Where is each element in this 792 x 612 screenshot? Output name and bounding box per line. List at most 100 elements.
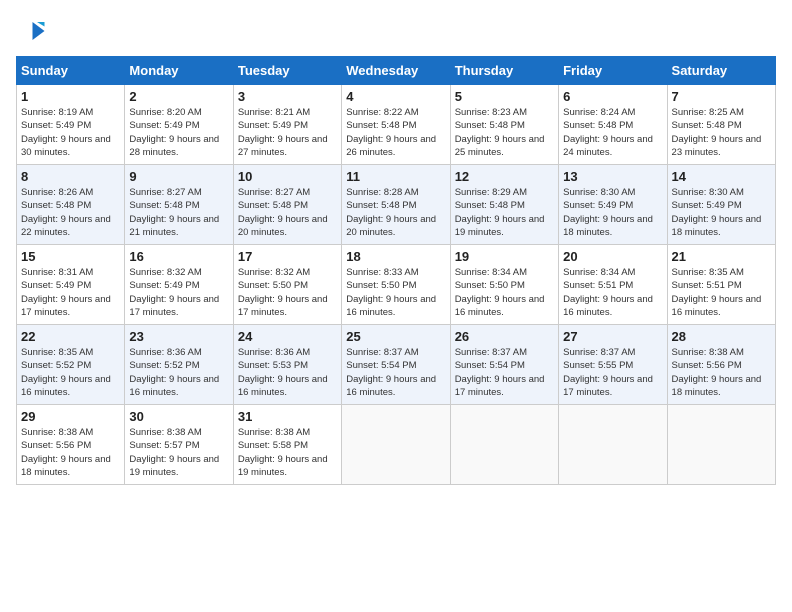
day-number: 23: [129, 329, 228, 344]
day-number: 25: [346, 329, 445, 344]
calendar-header-row: SundayMondayTuesdayWednesdayThursdayFrid…: [17, 57, 776, 85]
day-number: 2: [129, 89, 228, 104]
calendar-cell: 10 Sunrise: 8:27 AM Sunset: 5:48 PM Dayli…: [233, 165, 341, 245]
cell-details: Sunrise: 8:23 AM Sunset: 5:48 PM Dayligh…: [455, 106, 554, 159]
calendar-cell: [450, 405, 558, 485]
cell-details: Sunrise: 8:35 AM Sunset: 5:52 PM Dayligh…: [21, 346, 120, 399]
calendar-cell: 29 Sunrise: 8:38 AM Sunset: 5:56 PM Dayli…: [17, 405, 125, 485]
calendar-header-thursday: Thursday: [450, 57, 558, 85]
logo: [16, 16, 50, 46]
calendar-week-4: 22 Sunrise: 8:35 AM Sunset: 5:52 PM Dayli…: [17, 325, 776, 405]
cell-details: Sunrise: 8:32 AM Sunset: 5:50 PM Dayligh…: [238, 266, 337, 319]
day-number: 3: [238, 89, 337, 104]
day-number: 19: [455, 249, 554, 264]
cell-details: Sunrise: 8:28 AM Sunset: 5:48 PM Dayligh…: [346, 186, 445, 239]
cell-details: Sunrise: 8:38 AM Sunset: 5:58 PM Dayligh…: [238, 426, 337, 479]
calendar-cell: [667, 405, 775, 485]
cell-details: Sunrise: 8:19 AM Sunset: 5:49 PM Dayligh…: [21, 106, 120, 159]
cell-details: Sunrise: 8:21 AM Sunset: 5:49 PM Dayligh…: [238, 106, 337, 159]
day-number: 12: [455, 169, 554, 184]
calendar-cell: 24Sunrise: 8:36 AM Sunset: 5:53 PM Dayli…: [233, 325, 341, 405]
day-number: 21: [672, 249, 771, 264]
day-number: 5: [455, 89, 554, 104]
calendar-cell: 17Sunrise: 8:32 AM Sunset: 5:50 PM Dayli…: [233, 245, 341, 325]
day-number: 8: [21, 169, 120, 184]
cell-details: Sunrise: 8:30 AM Sunset: 5:49 PM Dayligh…: [563, 186, 662, 239]
day-number: 13: [563, 169, 662, 184]
day-number: 28: [672, 329, 771, 344]
cell-details: Sunrise: 8:22 AM Sunset: 5:48 PM Dayligh…: [346, 106, 445, 159]
cell-details: Sunrise: 8:38 AM Sunset: 5:56 PM Dayligh…: [21, 426, 120, 479]
calendar-cell: 9 Sunrise: 8:27 AM Sunset: 5:48 PM Daylig…: [125, 165, 233, 245]
cell-details: Sunrise: 8:30 AM Sunset: 5:49 PM Dayligh…: [672, 186, 771, 239]
calendar-cell: 28 Sunrise: 8:38 AM Sunset: 5:56 PM Dayli…: [667, 325, 775, 405]
calendar-cell: 3 Sunrise: 8:21 AM Sunset: 5:49 PM Daylig…: [233, 85, 341, 165]
cell-details: Sunrise: 8:34 AM Sunset: 5:51 PM Dayligh…: [563, 266, 662, 319]
day-number: 16: [129, 249, 228, 264]
calendar-cell: 27Sunrise: 8:37 AM Sunset: 5:55 PM Dayli…: [559, 325, 667, 405]
calendar-cell: [342, 405, 450, 485]
day-number: 6: [563, 89, 662, 104]
cell-details: Sunrise: 8:38 AM Sunset: 5:57 PM Dayligh…: [129, 426, 228, 479]
calendar-cell: 21 Sunrise: 8:35 AM Sunset: 5:51 PM Dayli…: [667, 245, 775, 325]
cell-details: Sunrise: 8:25 AM Sunset: 5:48 PM Dayligh…: [672, 106, 771, 159]
logo-icon: [16, 16, 46, 46]
calendar-cell: 7 Sunrise: 8:25 AM Sunset: 5:48 PM Daylig…: [667, 85, 775, 165]
calendar-cell: 13 Sunrise: 8:30 AM Sunset: 5:49 PM Dayli…: [559, 165, 667, 245]
cell-details: Sunrise: 8:27 AM Sunset: 5:48 PM Dayligh…: [238, 186, 337, 239]
cell-details: Sunrise: 8:38 AM Sunset: 5:56 PM Dayligh…: [672, 346, 771, 399]
calendar-cell: 15Sunrise: 8:31 AM Sunset: 5:49 PM Dayli…: [17, 245, 125, 325]
cell-details: Sunrise: 8:33 AM Sunset: 5:50 PM Dayligh…: [346, 266, 445, 319]
cell-details: Sunrise: 8:27 AM Sunset: 5:48 PM Dayligh…: [129, 186, 228, 239]
calendar-cell: 14 Sunrise: 8:30 AM Sunset: 5:49 PM Dayli…: [667, 165, 775, 245]
day-number: 29: [21, 409, 120, 424]
day-number: 7: [672, 89, 771, 104]
calendar-cell: 8 Sunrise: 8:26 AM Sunset: 5:48 PM Daylig…: [17, 165, 125, 245]
calendar-cell: [559, 405, 667, 485]
day-number: 24: [238, 329, 337, 344]
day-number: 31: [238, 409, 337, 424]
cell-details: Sunrise: 8:37 AM Sunset: 5:54 PM Dayligh…: [455, 346, 554, 399]
calendar-cell: 31 Sunrise: 8:38 AM Sunset: 5:58 PM Dayli…: [233, 405, 341, 485]
cell-details: Sunrise: 8:34 AM Sunset: 5:50 PM Dayligh…: [455, 266, 554, 319]
day-number: 22: [21, 329, 120, 344]
calendar-body: 1 Sunrise: 8:19 AM Sunset: 5:49 PM Daylig…: [17, 85, 776, 485]
day-number: 18: [346, 249, 445, 264]
day-number: 9: [129, 169, 228, 184]
day-number: 11: [346, 169, 445, 184]
cell-details: Sunrise: 8:29 AM Sunset: 5:48 PM Dayligh…: [455, 186, 554, 239]
cell-details: Sunrise: 8:26 AM Sunset: 5:48 PM Dayligh…: [21, 186, 120, 239]
day-number: 4: [346, 89, 445, 104]
day-number: 30: [129, 409, 228, 424]
day-number: 14: [672, 169, 771, 184]
calendar-cell: 18 Sunrise: 8:33 AM Sunset: 5:50 PM Dayli…: [342, 245, 450, 325]
calendar-cell: 19 Sunrise: 8:34 AM Sunset: 5:50 PM Dayli…: [450, 245, 558, 325]
cell-details: Sunrise: 8:36 AM Sunset: 5:52 PM Dayligh…: [129, 346, 228, 399]
calendar-header-tuesday: Tuesday: [233, 57, 341, 85]
page-header: [16, 16, 776, 46]
calendar-header-sunday: Sunday: [17, 57, 125, 85]
calendar-week-2: 8 Sunrise: 8:26 AM Sunset: 5:48 PM Daylig…: [17, 165, 776, 245]
cell-details: Sunrise: 8:24 AM Sunset: 5:48 PM Dayligh…: [563, 106, 662, 159]
calendar-header-wednesday: Wednesday: [342, 57, 450, 85]
cell-details: Sunrise: 8:20 AM Sunset: 5:49 PM Dayligh…: [129, 106, 228, 159]
day-number: 26: [455, 329, 554, 344]
calendar-cell: 23 Sunrise: 8:36 AM Sunset: 5:52 PM Dayli…: [125, 325, 233, 405]
calendar-cell: 6 Sunrise: 8:24 AM Sunset: 5:48 PM Daylig…: [559, 85, 667, 165]
day-number: 20: [563, 249, 662, 264]
calendar-cell: 11 Sunrise: 8:28 AM Sunset: 5:48 PM Dayli…: [342, 165, 450, 245]
cell-details: Sunrise: 8:32 AM Sunset: 5:49 PM Dayligh…: [129, 266, 228, 319]
calendar-week-5: 29 Sunrise: 8:38 AM Sunset: 5:56 PM Dayli…: [17, 405, 776, 485]
day-number: 1: [21, 89, 120, 104]
calendar-cell: 4 Sunrise: 8:22 AM Sunset: 5:48 PM Daylig…: [342, 85, 450, 165]
calendar-cell: 12 Sunrise: 8:29 AM Sunset: 5:48 PM Dayli…: [450, 165, 558, 245]
calendar-cell: 22 Sunrise: 8:35 AM Sunset: 5:52 PM Dayli…: [17, 325, 125, 405]
calendar-week-1: 1 Sunrise: 8:19 AM Sunset: 5:49 PM Daylig…: [17, 85, 776, 165]
calendar-cell: 26 Sunrise: 8:37 AM Sunset: 5:54 PM Dayli…: [450, 325, 558, 405]
calendar-header-saturday: Saturday: [667, 57, 775, 85]
calendar-week-3: 15Sunrise: 8:31 AM Sunset: 5:49 PM Dayli…: [17, 245, 776, 325]
calendar: SundayMondayTuesdayWednesdayThursdayFrid…: [16, 56, 776, 485]
day-number: 15: [21, 249, 120, 264]
day-number: 10: [238, 169, 337, 184]
cell-details: Sunrise: 8:35 AM Sunset: 5:51 PM Dayligh…: [672, 266, 771, 319]
